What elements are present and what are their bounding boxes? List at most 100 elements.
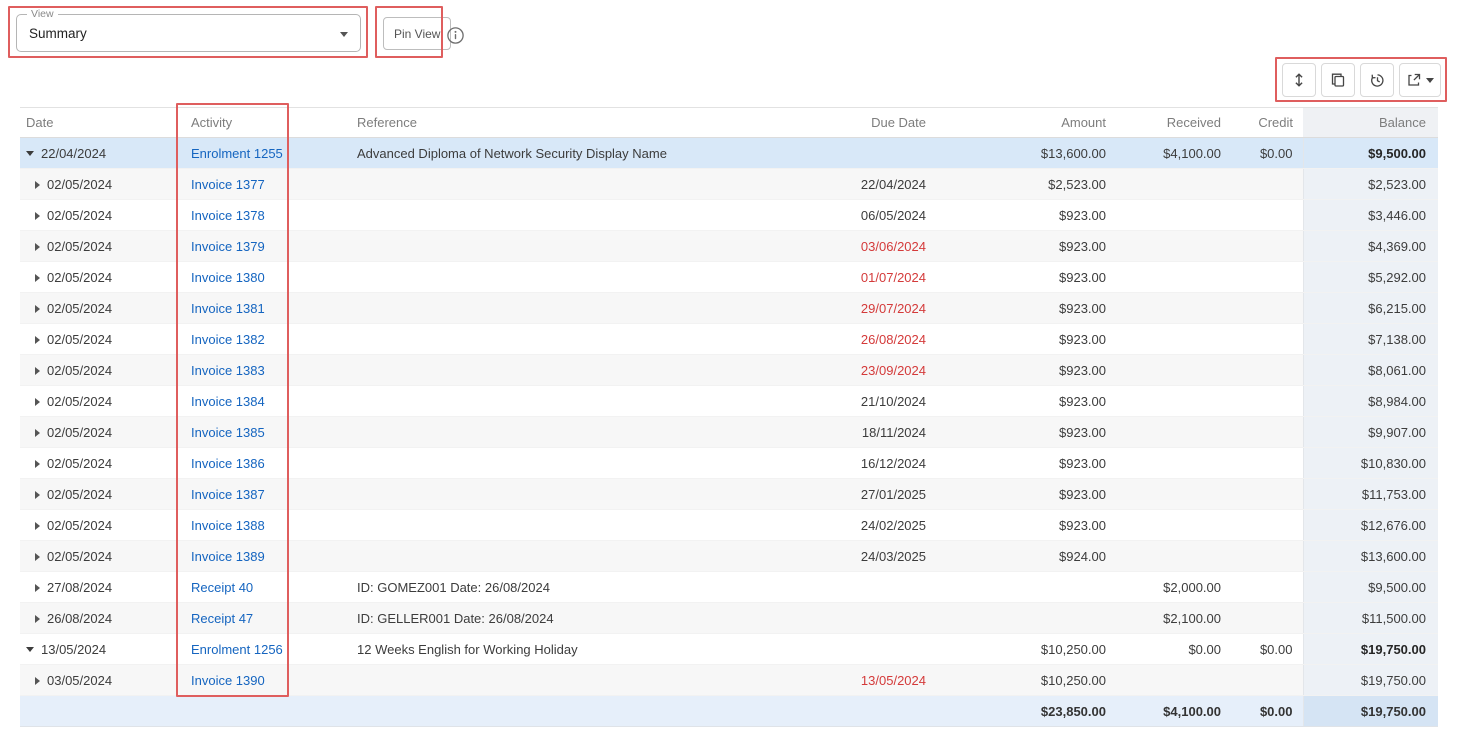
expand-row-icon[interactable]	[35, 181, 40, 189]
row-due-date: 22/04/2024	[768, 169, 936, 200]
activity-link[interactable]: Invoice 1387	[191, 487, 265, 502]
expand-row-icon[interactable]	[35, 429, 40, 437]
totals-empty	[345, 696, 768, 727]
export-button[interactable]	[1399, 63, 1441, 97]
row-amount: $923.00	[936, 293, 1116, 324]
column-header-activity[interactable]: Activity	[178, 108, 345, 138]
expand-row-icon[interactable]	[35, 336, 40, 344]
activity-link[interactable]: Invoice 1385	[191, 425, 265, 440]
expand-row-icon[interactable]	[35, 274, 40, 282]
table-row[interactable]: 03/05/2024Invoice 139013/05/2024$10,250.…	[20, 665, 1438, 696]
expand-row-icon[interactable]	[35, 615, 40, 623]
column-header-date[interactable]: Date	[20, 108, 178, 138]
row-amount: $923.00	[936, 200, 1116, 231]
expand-collapse-all-button[interactable]	[1282, 63, 1316, 97]
table-row[interactable]: 02/05/2024Invoice 137722/04/2024$2,523.0…	[20, 169, 1438, 200]
row-date-cell: 02/05/2024	[20, 448, 178, 479]
activity-link[interactable]: Enrolment 1255	[191, 146, 283, 161]
row-date: 27/08/2024	[47, 580, 112, 595]
row-amount: $13,600.00	[936, 138, 1116, 169]
totals-balance: $19,750.00	[1303, 696, 1438, 727]
row-amount: $923.00	[936, 417, 1116, 448]
column-header-reference[interactable]: Reference	[345, 108, 768, 138]
row-date: 26/08/2024	[47, 611, 112, 626]
row-credit	[1231, 572, 1303, 603]
row-received: $0.00	[1116, 634, 1231, 665]
activity-link[interactable]: Enrolment 1256	[191, 642, 283, 657]
expand-row-icon[interactable]	[35, 522, 40, 530]
totals-empty	[768, 696, 936, 727]
row-received	[1116, 200, 1231, 231]
column-header-due-date[interactable]: Due Date	[768, 108, 936, 138]
table-row[interactable]: 02/05/2024Invoice 138824/02/2025$923.00$…	[20, 510, 1438, 541]
expand-row-icon[interactable]	[35, 553, 40, 561]
pin-view-button[interactable]: Pin View	[383, 17, 451, 50]
activity-link[interactable]: Invoice 1388	[191, 518, 265, 533]
activity-link[interactable]: Receipt 40	[191, 580, 253, 595]
row-balance: $2,523.00	[1303, 169, 1438, 200]
expand-row-icon[interactable]	[35, 460, 40, 468]
activity-link[interactable]: Invoice 1378	[191, 208, 265, 223]
row-credit	[1231, 417, 1303, 448]
activity-link[interactable]: Invoice 1380	[191, 270, 265, 285]
activity-link[interactable]: Invoice 1382	[191, 332, 265, 347]
row-date-cell: Invoice 1377	[178, 169, 345, 200]
row-credit	[1231, 293, 1303, 324]
row-date-cell: Invoice 1380	[178, 262, 345, 293]
activity-link[interactable]: Invoice 1390	[191, 673, 265, 688]
activity-link[interactable]: Invoice 1377	[191, 177, 265, 192]
copy-button[interactable]	[1321, 63, 1355, 97]
expand-row-icon[interactable]	[35, 212, 40, 220]
activity-link[interactable]: Invoice 1384	[191, 394, 265, 409]
activity-link[interactable]: Invoice 1381	[191, 301, 265, 316]
table-row[interactable]: 02/05/2024Invoice 138518/11/2024$923.00$…	[20, 417, 1438, 448]
collapse-row-icon[interactable]	[26, 647, 34, 652]
table-row[interactable]: 02/05/2024Invoice 137806/05/2024$923.00$…	[20, 200, 1438, 231]
activity-link[interactable]: Invoice 1383	[191, 363, 265, 378]
row-date: 02/05/2024	[47, 487, 112, 502]
row-credit	[1231, 200, 1303, 231]
row-reference	[345, 262, 768, 293]
table-row[interactable]: 02/05/2024Invoice 138129/07/2024$923.00$…	[20, 293, 1438, 324]
row-date: 02/05/2024	[47, 518, 112, 533]
table-row[interactable]: 13/05/2024Enrolment 125612 Weeks English…	[20, 634, 1438, 665]
info-icon[interactable]	[446, 26, 465, 45]
totals-received: $4,100.00	[1116, 696, 1231, 727]
activity-link[interactable]: Invoice 1379	[191, 239, 265, 254]
column-header-received[interactable]: Received	[1116, 108, 1231, 138]
expand-row-icon[interactable]	[35, 305, 40, 313]
history-button[interactable]	[1360, 63, 1394, 97]
row-date-cell: Invoice 1378	[178, 200, 345, 231]
row-amount: $923.00	[936, 510, 1116, 541]
view-select[interactable]: View Summary	[16, 14, 361, 52]
table-row[interactable]: 02/05/2024Invoice 138421/10/2024$923.00$…	[20, 386, 1438, 417]
expand-row-icon[interactable]	[35, 677, 40, 685]
row-reference: ID: GELLER001 Date: 26/08/2024	[345, 603, 768, 634]
table-row[interactable]: 02/05/2024Invoice 138616/12/2024$923.00$…	[20, 448, 1438, 479]
table-row[interactable]: 02/05/2024Invoice 138001/07/2024$923.00$…	[20, 262, 1438, 293]
table-row[interactable]: 22/04/2024Enrolment 1255Advanced Diploma…	[20, 138, 1438, 169]
table-row[interactable]: 02/05/2024Invoice 137903/06/2024$923.00$…	[20, 231, 1438, 262]
column-header-amount[interactable]: Amount	[936, 108, 1116, 138]
expand-row-icon[interactable]	[35, 491, 40, 499]
column-header-credit[interactable]: Credit	[1231, 108, 1303, 138]
activity-link[interactable]: Invoice 1386	[191, 456, 265, 471]
activity-link[interactable]: Receipt 47	[191, 611, 253, 626]
expand-row-icon[interactable]	[35, 398, 40, 406]
collapse-row-icon[interactable]	[26, 151, 34, 156]
expand-row-icon[interactable]	[35, 367, 40, 375]
table-row[interactable]: 27/08/2024Receipt 40ID: GOMEZ001 Date: 2…	[20, 572, 1438, 603]
row-reference	[345, 293, 768, 324]
activity-link[interactable]: Invoice 1389	[191, 549, 265, 564]
row-date-cell: 22/04/2024	[20, 138, 178, 169]
row-amount: $2,523.00	[936, 169, 1116, 200]
expand-row-icon[interactable]	[35, 243, 40, 251]
column-header-balance[interactable]: Balance	[1303, 108, 1438, 138]
table-row[interactable]: 02/05/2024Invoice 138226/08/2024$923.00$…	[20, 324, 1438, 355]
table-row[interactable]: 02/05/2024Invoice 138323/09/2024$923.00$…	[20, 355, 1438, 386]
table-row[interactable]: 02/05/2024Invoice 138727/01/2025$923.00$…	[20, 479, 1438, 510]
table-row[interactable]: 26/08/2024 Receipt 47 ID: GELLER001 Date: …	[20, 603, 1438, 634]
table-row[interactable]: 02/05/2024Invoice 138924/03/2025$924.00$…	[20, 541, 1438, 572]
expand-row-icon[interactable]	[35, 584, 40, 592]
row-balance: $11,500.00	[1303, 603, 1438, 634]
